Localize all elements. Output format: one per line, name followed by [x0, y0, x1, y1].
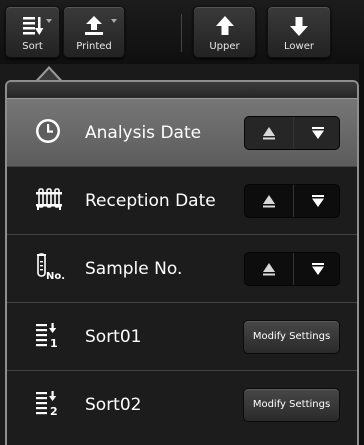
svg-text:1: 1 [50, 337, 58, 348]
upload-icon [82, 15, 106, 41]
toolbar-divider [181, 14, 182, 52]
ascending-icon [263, 126, 275, 139]
lower-label: Lower [284, 41, 314, 52]
sort-option-reception-date[interactable]: Reception Date [7, 166, 357, 234]
sort-option-sort01[interactable]: 1 Sort01 Modify Settings [7, 302, 357, 370]
descending-icon [312, 194, 324, 207]
arrow-up-icon [214, 15, 236, 41]
sort-dropdown-panel: Analysis Date Reception Date No. Sample … [5, 80, 359, 445]
ascending-button[interactable] [245, 185, 293, 217]
arrow-down-icon [288, 15, 310, 41]
descending-button[interactable] [293, 184, 342, 217]
svg-text:No.: No. [46, 271, 65, 281]
ascending-icon [263, 262, 275, 275]
sort-1-icon: 1 [35, 322, 61, 352]
svg-text:2: 2 [50, 405, 58, 416]
clock-icon [35, 118, 61, 148]
upper-label: Upper [209, 41, 240, 52]
descending-icon [312, 262, 324, 275]
descending-button[interactable] [293, 116, 342, 149]
sort-option-analysis-date[interactable]: Analysis Date [7, 98, 357, 166]
modify-settings-button[interactable]: Modify Settings [243, 319, 340, 354]
upper-button[interactable]: Upper [193, 6, 256, 58]
sort-icon [21, 15, 45, 41]
sample-tube-no-icon: No. [35, 252, 65, 285]
panel-header [7, 82, 357, 98]
modify-settings-button[interactable]: Modify Settings [243, 387, 340, 422]
sort-option-label: Reception Date [85, 190, 216, 211]
sort-2-icon: 2 [35, 390, 61, 420]
sort-button[interactable]: Sort [5, 6, 60, 58]
chevron-down-icon [111, 19, 117, 23]
order-toggle [244, 183, 342, 218]
sort-option-label: Sort02 [85, 394, 142, 415]
descending-icon [312, 126, 324, 139]
sort-label: Sort [22, 41, 43, 52]
sort-option-sample-no[interactable]: No. Sample No. [7, 234, 357, 302]
lower-button[interactable]: Lower [267, 6, 331, 58]
sort-option-sort02[interactable]: 2 Sort02 Modify Settings [7, 370, 357, 438]
printed-label: Printed [76, 41, 112, 52]
sort-option-label: Sort01 [85, 326, 142, 347]
sort-option-label: Sample No. [85, 258, 183, 279]
sort-option-label: Analysis Date [85, 122, 202, 143]
toolbar: Sort Printed Upper Lower [0, 0, 364, 64]
ascending-button[interactable] [245, 253, 293, 285]
ascending-button[interactable] [245, 117, 293, 149]
printed-button[interactable]: Printed [63, 6, 125, 58]
ascending-icon [263, 194, 275, 207]
test-tube-rack-icon [35, 187, 63, 214]
order-toggle [244, 251, 342, 286]
background-strip [359, 64, 364, 445]
descending-button[interactable] [293, 252, 342, 285]
order-toggle [244, 115, 342, 150]
chevron-down-icon [46, 19, 52, 23]
